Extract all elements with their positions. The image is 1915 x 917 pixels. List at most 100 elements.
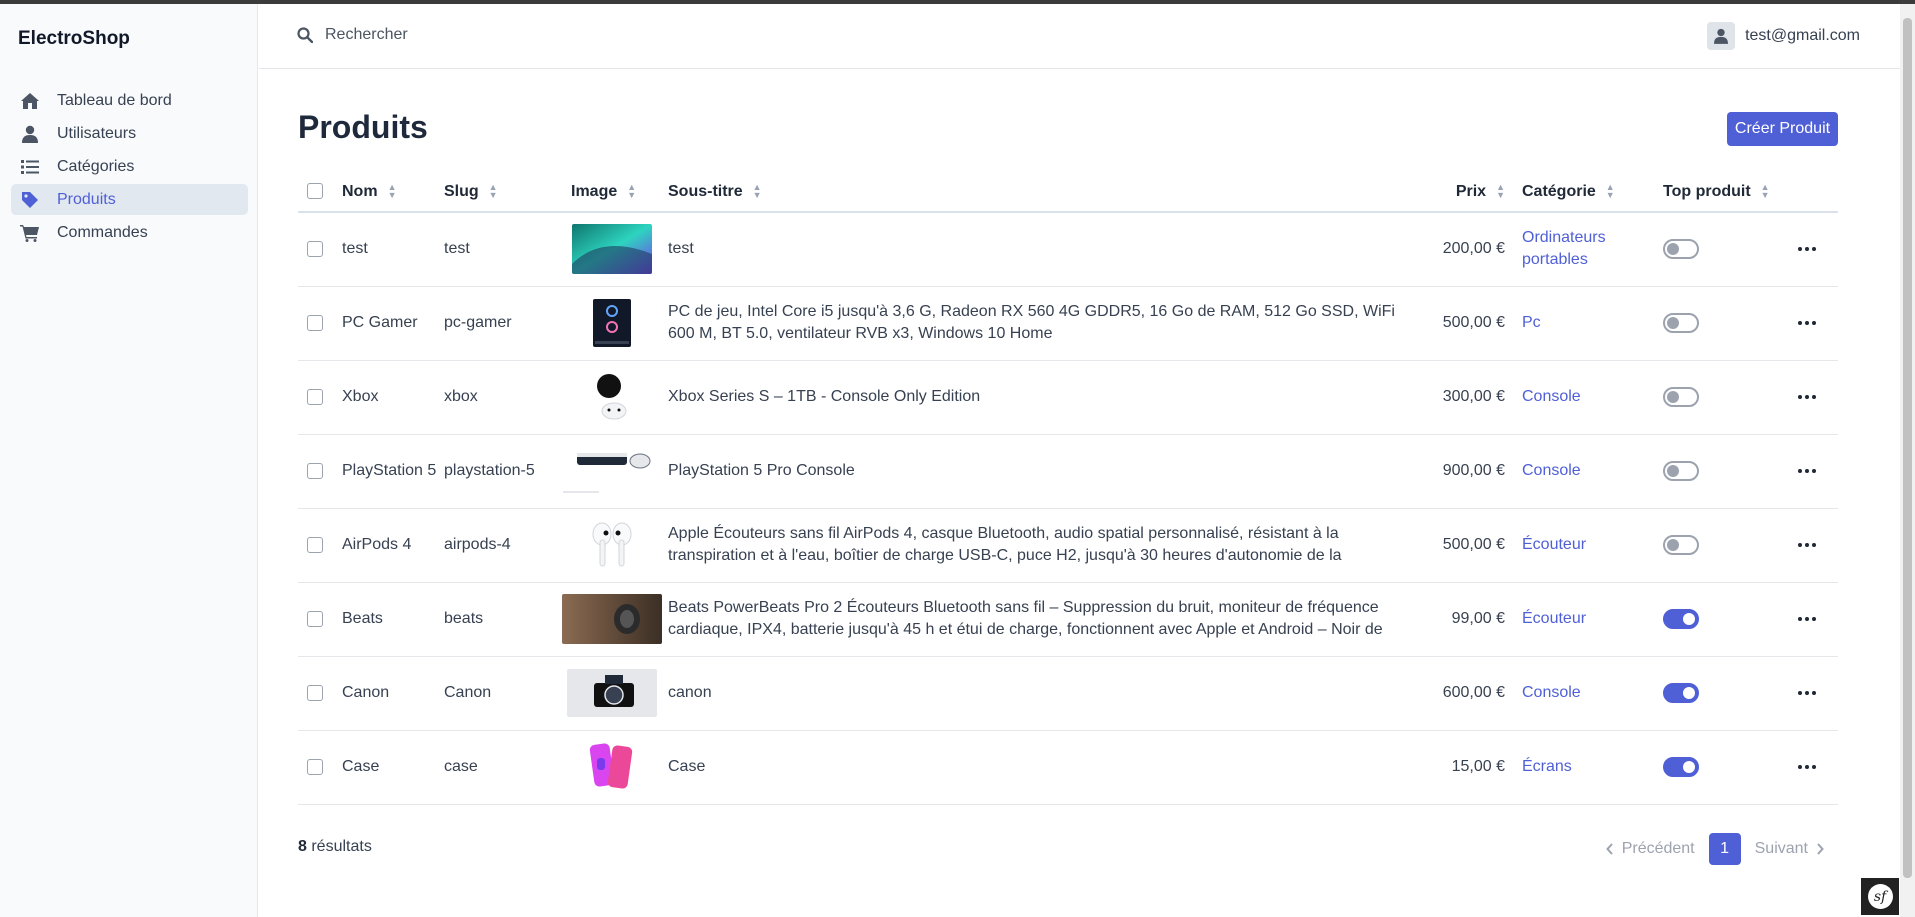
row-actions-menu-icon[interactable] [1776, 617, 1838, 621]
cell-price: 900,00 € [1438, 434, 1522, 509]
cell-price: 500,00 € [1438, 286, 1522, 361]
brand-logo[interactable]: ElectroShop [18, 28, 130, 50]
cell-name: PC Gamer [342, 286, 444, 361]
cell-slug: pc-gamer [444, 286, 556, 361]
sidebar-item-label: Utilisateurs [57, 124, 137, 142]
top-product-toggle[interactable] [1663, 461, 1699, 481]
previous-page-button[interactable]: Précédent [1605, 840, 1695, 858]
sort-icon: ▲ ▼ [1760, 182, 1770, 201]
product-thumbnail[interactable] [563, 447, 661, 495]
cell-slug: xbox [444, 360, 556, 435]
sidebar-item-label: Catégories [57, 157, 135, 175]
table-row: PC Gamer pc-gamer PC de jeu, Intel Core … [298, 286, 1838, 361]
row-checkbox[interactable] [307, 536, 323, 553]
cell-slug: Canon [444, 656, 556, 731]
row-actions-menu-icon[interactable] [1776, 765, 1838, 769]
user-icon [1714, 28, 1729, 44]
create-product-button[interactable]: Créer Produit [1727, 112, 1838, 146]
table-row: Canon Canon canon 600,00 € Console [298, 656, 1838, 731]
sidebar-item-categories[interactable]: Catégories [11, 151, 248, 182]
sort-icon: ▲ ▼ [387, 182, 397, 201]
cell-name: PlayStation 5 [342, 434, 444, 509]
product-thumbnail[interactable] [572, 224, 652, 275]
column-header-name[interactable]: Nom ▲ ▼ [342, 172, 444, 213]
vertical-scrollbar[interactable] [1900, 4, 1915, 917]
cell-category-link[interactable]: Ordinateurs portables [1522, 212, 1663, 287]
cell-category-link[interactable]: Pc [1522, 286, 1663, 361]
cell-subtitle: PlayStation 5 Pro Console [668, 434, 1438, 509]
page-title: Produits [298, 109, 428, 145]
row-checkbox[interactable] [307, 758, 323, 775]
user-menu[interactable]: test@gmail.com [1707, 22, 1860, 50]
cell-category-link[interactable]: Console [1522, 360, 1663, 435]
product-thumbnail[interactable] [587, 297, 637, 349]
cell-category-link[interactable]: Écouteur [1522, 508, 1663, 583]
cell-slug: playstation-5 [444, 434, 556, 509]
top-product-toggle[interactable] [1663, 757, 1699, 777]
top-header: test@gmail.com [259, 4, 1900, 69]
product-thumbnail[interactable] [587, 371, 637, 423]
row-checkbox[interactable] [307, 684, 323, 701]
row-actions-menu-icon[interactable] [1776, 395, 1838, 399]
sort-icon: ▲ ▼ [488, 182, 498, 201]
cell-category-link[interactable]: Écouteur [1522, 582, 1663, 657]
cell-slug: test [444, 212, 556, 287]
results-count: 8 résultats [298, 838, 372, 855]
top-product-toggle[interactable] [1663, 609, 1699, 629]
product-thumbnail[interactable] [584, 740, 640, 794]
products-table-wrapper: Nom ▲ ▼ Slug ▲ ▼ Image ▲ ▼ Sous-titre ▲ ▼ Prix ▲ ▼… [298, 172, 1838, 805]
top-product-toggle[interactable] [1663, 387, 1699, 407]
top-product-toggle[interactable] [1663, 535, 1699, 555]
column-header-top-product[interactable]: Top produit ▲ ▼ [1663, 172, 1776, 213]
cell-price: 500,00 € [1438, 508, 1522, 583]
cell-subtitle: Xbox Series S – 1TB - Console Only Editi… [668, 360, 1438, 435]
product-thumbnail[interactable] [584, 518, 640, 572]
row-checkbox[interactable] [307, 314, 323, 331]
next-page-button[interactable]: Suivant [1755, 840, 1824, 858]
search-icon [297, 27, 313, 43]
top-product-toggle[interactable] [1663, 313, 1699, 333]
row-checkbox[interactable] [307, 610, 323, 627]
sidebar-item-orders[interactable]: Commandes [11, 217, 248, 248]
column-header-category[interactable]: Catégorie ▲ ▼ [1522, 172, 1663, 213]
product-thumbnail[interactable] [567, 669, 657, 717]
sidebar-item-dashboard[interactable]: Tableau de bord [11, 85, 248, 116]
column-header-subtitle[interactable]: Sous-titre ▲ ▼ [668, 172, 1438, 213]
row-actions-menu-icon[interactable] [1776, 691, 1838, 695]
page-number-button[interactable]: 1 [1708, 833, 1741, 865]
sidebar-item-products[interactable]: Produits [11, 184, 248, 215]
row-actions-menu-icon[interactable] [1776, 469, 1838, 473]
cell-name: Case [342, 730, 444, 805]
cell-category-link[interactable]: Console [1522, 656, 1663, 731]
scrollbar-thumb[interactable] [1903, 18, 1912, 878]
sort-icon: ▲ ▼ [627, 182, 637, 201]
sort-icon: ▲ ▼ [1496, 182, 1505, 201]
row-actions-menu-icon[interactable] [1776, 543, 1838, 547]
top-product-toggle[interactable] [1663, 683, 1699, 703]
sidebar-item-users[interactable]: Utilisateurs [11, 118, 248, 149]
column-header-slug[interactable]: Slug ▲ ▼ [444, 172, 556, 213]
cell-name: AirPods 4 [342, 508, 444, 583]
cell-price: 200,00 € [1438, 212, 1522, 287]
select-all-checkbox[interactable] [307, 183, 323, 200]
cell-slug: airpods-4 [444, 508, 556, 583]
symfony-debug-toolbar-icon[interactable]: sf [1861, 878, 1899, 915]
row-actions-menu-icon[interactable] [1776, 247, 1838, 252]
product-thumbnail[interactable] [562, 594, 662, 644]
cell-subtitle: PC de jeu, Intel Core i5 jusqu'à 3,6 G, … [668, 286, 1438, 361]
column-header-price[interactable]: Prix ▲ ▼ [1438, 172, 1522, 213]
row-checkbox[interactable] [307, 388, 323, 405]
cell-subtitle: Case [668, 730, 1438, 805]
cell-category-link[interactable]: Console [1522, 434, 1663, 509]
row-checkbox[interactable] [307, 241, 323, 258]
cell-subtitle: Apple Écouteurs sans fil AirPods 4, casq… [668, 508, 1438, 583]
search-input[interactable] [325, 26, 665, 44]
top-product-toggle[interactable] [1663, 239, 1699, 260]
cell-category-link[interactable]: Écrans [1522, 730, 1663, 805]
table-row: PlayStation 5 playstation-5 PlayStation … [298, 434, 1838, 509]
cell-price: 15,00 € [1438, 730, 1522, 805]
sort-icon: ▲ ▼ [752, 182, 762, 201]
column-header-image[interactable]: Image ▲ ▼ [556, 172, 668, 213]
row-checkbox[interactable] [307, 462, 323, 479]
row-actions-menu-icon[interactable] [1776, 321, 1838, 325]
